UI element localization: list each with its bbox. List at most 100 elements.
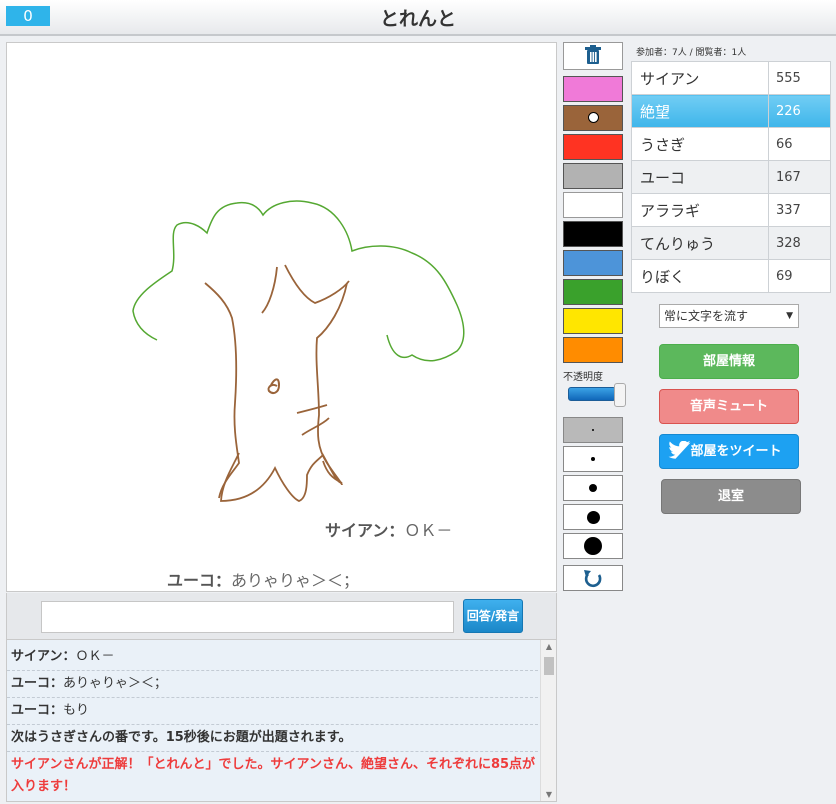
brush-dot (589, 484, 597, 492)
scroll-down-icon[interactable]: ▼ (541, 790, 556, 799)
chat-text: もり (63, 703, 90, 718)
color-swatch-orange[interactable] (563, 337, 623, 363)
clear-canvas-button[interactable] (563, 42, 623, 70)
opacity-label: 不透明度 (563, 372, 603, 383)
dropdown-arrow-icon: ▼ (786, 311, 793, 321)
chat-text: ＯＫ－ (75, 649, 115, 664)
color-swatch-blue[interactable] (563, 250, 623, 276)
answer-button[interactable]: 回答/発言 (463, 599, 523, 633)
canvas-bubble: サイアン：ＯＫ－ (325, 517, 452, 541)
drawing (132, 200, 465, 502)
player-row: アララギ 337 (631, 193, 831, 227)
player-name: りぼく (631, 259, 769, 293)
drawing-canvas[interactable]: サイアン：ＯＫ－ ユーコ：ありゃりゃ＞＜； (6, 42, 557, 592)
player-row: ユーコ 167 (631, 160, 831, 194)
branch-stroke (261, 264, 350, 314)
bubble-text: ありゃりゃ＞＜； (231, 571, 360, 590)
color-swatch-black[interactable] (563, 221, 623, 247)
player-score: 167 (768, 160, 831, 194)
chat-separator: ： (50, 703, 64, 718)
undo-icon (584, 570, 602, 588)
chat-author: ユーコ (11, 676, 51, 691)
player-name: うさぎ (631, 127, 769, 161)
chat-author: ユーコ (11, 703, 51, 718)
bubble-name: ユーコ (167, 571, 216, 590)
text-flow-value: 常に文字を流す (664, 309, 749, 323)
crown-stroke (132, 200, 465, 362)
player-row-active: 絶望 226 (631, 94, 831, 128)
trunk-right-stroke (315, 282, 348, 486)
chat-author: サイアン (11, 649, 63, 664)
mute-button[interactable]: 音声ミュート (659, 389, 799, 424)
answer-bar: 回答/発言 (6, 593, 557, 639)
brush-size-3[interactable] (563, 475, 623, 501)
player-score: 69 (768, 259, 831, 293)
player-row: てんりゅう 328 (631, 226, 831, 260)
player-row: サイアン 555 (631, 61, 831, 95)
player-score: 337 (768, 193, 831, 227)
text-flow-select[interactable]: 常に文字を流す ▼ (659, 304, 799, 328)
color-swatch-green[interactable] (563, 279, 623, 305)
brush-dot (584, 537, 602, 555)
participant-count: 参加者：7人 / 閲覧者：1人 (636, 48, 747, 58)
chat-separator: ： (50, 676, 64, 691)
chat-separator: ： (62, 649, 76, 664)
color-swatch-white[interactable] (563, 192, 623, 218)
bubble-name: サイアン (325, 521, 389, 540)
trunk-left-stroke (204, 282, 240, 499)
player-score: 555 (768, 61, 831, 95)
bubble-separator: ： (388, 521, 405, 540)
player-score: 66 (768, 127, 831, 161)
player-name: 絶望 (631, 94, 769, 128)
selected-color-indicator (588, 112, 599, 123)
room-info-button[interactable]: 部屋情報 (659, 344, 799, 379)
color-swatch-pink[interactable] (563, 76, 623, 102)
leave-room-button[interactable]: 退室 (661, 479, 801, 514)
player-score: 226 (768, 94, 831, 128)
brush-dot (592, 429, 594, 431)
answer-input[interactable] (41, 601, 454, 633)
brush-size-4[interactable] (563, 504, 623, 530)
knot-stroke (296, 404, 330, 436)
color-swatch-gray[interactable] (563, 163, 623, 189)
color-swatch-yellow[interactable] (563, 308, 623, 334)
hole-stroke (267, 378, 281, 394)
page-title: とれんと (379, 8, 456, 30)
tweet-label: 部屋をツイート (690, 444, 782, 459)
scroll-up-icon[interactable]: ▲ (541, 642, 556, 651)
tweet-button[interactable]: 部屋をツイート (659, 434, 799, 469)
color-swatch-red[interactable] (563, 134, 623, 160)
undo-button[interactable] (563, 565, 623, 591)
player-name: サイアン (631, 61, 769, 95)
brush-dot (586, 510, 600, 524)
opacity-slider[interactable] (568, 383, 626, 407)
brush-size-2[interactable] (563, 446, 623, 472)
chat-message: ユーコ：ありゃりゃ＞＜； (7, 671, 538, 698)
canvas-bubble: ユーコ：ありゃりゃ＞＜； (167, 567, 359, 591)
player-row: うさぎ 66 (631, 127, 831, 161)
player-score: 328 (768, 226, 831, 260)
system-message: 次はうさぎさんの番です。15秒後にお題が出題されます。 (7, 725, 538, 752)
player-name: ユーコ (631, 160, 769, 194)
player-name: てんりゅう (631, 226, 769, 260)
brush-dot (591, 457, 595, 461)
chat-text: ありゃりゃ＞＜； (63, 676, 168, 691)
bubble-text: ＯＫ－ (404, 521, 453, 540)
chat-message: サイアン：ＯＫ－ (7, 644, 538, 671)
header: 0 とれんと (0, 0, 836, 36)
opacity-track[interactable] (568, 387, 616, 401)
twitter-bird-icon (668, 441, 691, 459)
color-swatch-brown[interactable] (563, 105, 623, 131)
scoreboard: サイアン 555 絶望 226 うさぎ 66 ユーコ 167 アララギ 337 … (631, 61, 831, 293)
chat-message: ユーコ：もり (7, 698, 538, 725)
brush-size-5[interactable] (563, 533, 623, 559)
player-row: りぼく 69 (631, 259, 831, 293)
chat-scrollbar[interactable]: ▲ ▼ (540, 640, 556, 801)
brush-size-1[interactable] (563, 417, 623, 443)
chat-log[interactable]: サイアン：ＯＫ－ ユーコ：ありゃりゃ＞＜； ユーコ：もり 次はうさぎさんの番です… (6, 639, 557, 802)
scroll-thumb[interactable] (544, 657, 554, 675)
correct-answer-message: サイアンさんが正解！「とれんと」でした。サイアンさん、絶望さん、それぞれに85点… (11, 757, 536, 794)
trash-icon (585, 45, 601, 64)
opacity-thumb[interactable] (614, 383, 626, 407)
bubble-separator: ： (215, 571, 232, 590)
